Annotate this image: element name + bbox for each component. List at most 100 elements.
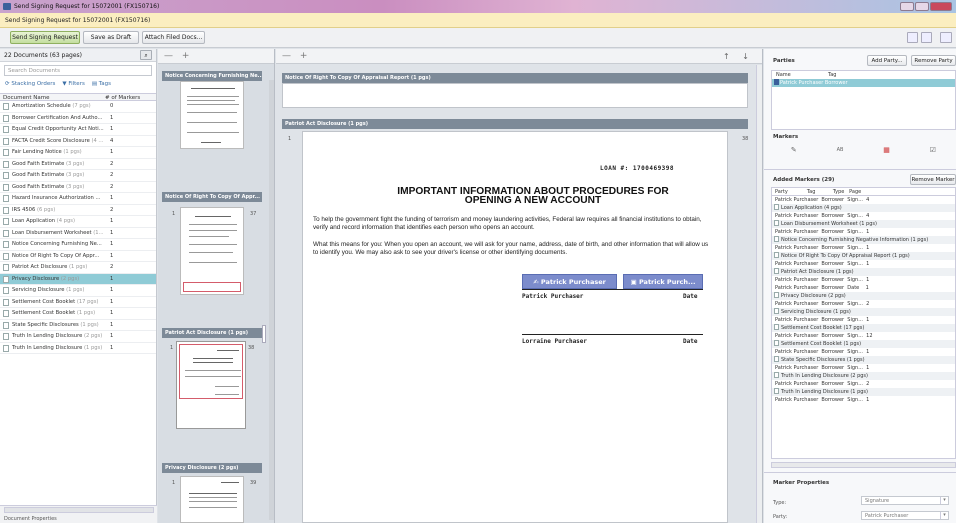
- marker-row[interactable]: Patrick Purchaser Borrower Sign... 1: [772, 364, 955, 372]
- document-row[interactable]: Good Faith Estimate (3 pgs) 2: [0, 182, 156, 193]
- document-row[interactable]: Privacy Disclosure (2 pgs) 1: [0, 273, 156, 285]
- marker-row[interactable]: Patrick Purchaser Borrower Sign... 1: [772, 276, 955, 284]
- document-row[interactable]: Fair Lending Notice (1 pgs) 1: [0, 147, 156, 159]
- marker-group-row[interactable]: Truth In Lending Disclosure (1 pgs): [772, 388, 955, 396]
- viewer-scrollbar[interactable]: [756, 65, 762, 523]
- checkbox-icon[interactable]: ☑: [930, 146, 936, 154]
- remove-party-button[interactable]: Remove Party: [911, 55, 956, 66]
- document-row[interactable]: FACTA Credit Score Disclosure (4 ... 4: [0, 136, 156, 147]
- signature-marker-button[interactable]: ✍ Patrick Purchaser: [522, 274, 617, 289]
- marker-group-row[interactable]: Servicing Disclosure (1 pgs): [772, 308, 955, 316]
- thumbnail-zoom-controls[interactable]: — +: [158, 49, 274, 64]
- marker-group-row[interactable]: Truth In Lending Disclosure (2 pgs): [772, 372, 955, 380]
- attach-filed-docs-button[interactable]: Attach Filed Docs...: [142, 31, 205, 44]
- thumb-page-left: 1: [172, 480, 176, 486]
- stacking-orders-link[interactable]: ⟳ Stacking Orders: [5, 79, 55, 90]
- thumbnail-page[interactable]: [180, 81, 244, 149]
- type-select[interactable]: Signature ▾: [861, 496, 949, 505]
- marker-properties-title: Marker Properties: [773, 480, 830, 486]
- panel-icon[interactable]: [940, 32, 952, 43]
- document-icon: [3, 264, 9, 271]
- document-row[interactable]: Settlement Cost Booklet (17 pgs) 1: [0, 297, 156, 308]
- marker-row[interactable]: Patrick Purchaser Borrower Sign... 4: [772, 212, 955, 220]
- document-row[interactable]: Equal Credit Opportunity Act Noti... 1: [0, 124, 156, 136]
- minimize-button[interactable]: [900, 2, 914, 11]
- document-row[interactable]: Servicing Disclosure (1 pgs) 1: [0, 285, 156, 297]
- maximize-button[interactable]: [915, 2, 929, 11]
- initials-icon[interactable]: AB: [837, 147, 844, 153]
- document-row[interactable]: Loan Disbursement Worksheet (1... 1: [0, 228, 156, 239]
- marker-group-row[interactable]: Settlement Cost Booklet (17 pgs): [772, 324, 955, 332]
- marker-row[interactable]: Patrick Purchaser Borrower Sign... 12: [772, 332, 955, 340]
- add-party-button[interactable]: Add Party...: [867, 55, 907, 66]
- document-row[interactable]: State Specific Disclosures (1 pgs) 1: [0, 320, 156, 331]
- party-row[interactable]: Patrick Purchaser Borrower: [772, 79, 955, 87]
- date-marker-button[interactable]: ▣ Patrick Purch...: [623, 274, 703, 289]
- marker-group-row[interactable]: Patriot Act Disclosure (1 pgs): [772, 268, 955, 276]
- marker-group-row[interactable]: Loan Disbursement Worksheet (1 pgs): [772, 220, 955, 228]
- party-select[interactable]: Patrick Purchaser ▾: [861, 511, 949, 520]
- thumbnail-page[interactable]: [180, 207, 244, 295]
- marker-row[interactable]: Patrick Purchaser Borrower Sign... 1: [772, 260, 955, 268]
- send-signing-request-button[interactable]: Send Signing Request: [10, 31, 80, 44]
- filters-link[interactable]: ▼ Filters: [62, 79, 84, 90]
- col-markers[interactable]: # of Markers: [105, 94, 140, 101]
- marker-row[interactable]: Patrick Purchaser Borrower Sign... 1: [772, 396, 955, 404]
- marker-group-row[interactable]: State Specific Disclosures (1 pgs): [772, 356, 955, 364]
- document-row[interactable]: IRS 4506 (6 pgs) 2: [0, 205, 156, 216]
- document-viewer: — + ↑ ↓ Notice Of Right To Copy Of Appra…: [276, 49, 763, 523]
- marker-group-row[interactable]: Notice Concerning Furnishing Negative In…: [772, 236, 955, 244]
- marker-row[interactable]: Patrick Purchaser Borrower Sign... 1: [772, 228, 955, 236]
- document-page: LOAN #: 1700469398 IMPORTANT INFORMATION…: [302, 131, 728, 523]
- document-icon: [774, 324, 779, 330]
- document-row[interactable]: Notice Of Right To Copy Of Appr... 1: [0, 251, 156, 262]
- document-icon[interactable]: [921, 32, 932, 43]
- document-row[interactable]: Truth In Lending Disclosure (1 pgs) 1: [0, 343, 156, 354]
- marker-row[interactable]: Patrick Purchaser Borrower Sign... 1: [772, 244, 955, 252]
- marker-group-row[interactable]: Settlement Cost Booklet (1 pgs): [772, 340, 955, 348]
- document-row[interactable]: Good Faith Estimate (3 pgs) 2: [0, 170, 156, 182]
- horizontal-scrollbar[interactable]: [4, 507, 154, 513]
- thumbnail-scrollbar[interactable]: [269, 80, 274, 520]
- marker-group-row[interactable]: Notice Of Right To Copy Of Appraisal Rep…: [772, 252, 955, 260]
- document-row[interactable]: Notice Concerning Furnishing Ne... 1: [0, 239, 156, 251]
- marker-row[interactable]: Patrick Purchaser Borrower Date 1: [772, 284, 955, 292]
- marker-row[interactable]: Patrick Purchaser Borrower Sign... 2: [772, 380, 955, 388]
- save-as-draft-button[interactable]: Save as Draft: [83, 31, 139, 44]
- signature-icon[interactable]: ✎: [791, 146, 797, 154]
- added-markers-table: Party Tag Type Page Patrick Purchaser Bo…: [771, 187, 956, 459]
- marker-row[interactable]: Patrick Purchaser Borrower Sign... 1: [772, 316, 955, 324]
- col-document-name[interactable]: Document Name: [0, 94, 105, 101]
- document-icon: [774, 236, 779, 242]
- document-icon: [774, 252, 779, 258]
- marker-row[interactable]: Patrick Purchaser Borrower Sign... 2: [772, 300, 955, 308]
- thumbnail-page[interactable]: [180, 476, 244, 523]
- remove-marker-button[interactable]: Remove Marker: [910, 174, 956, 185]
- search-toggle-icon[interactable]: ⌕: [140, 50, 152, 60]
- marker-group-row[interactable]: Privacy Disclosure (2 pgs): [772, 292, 955, 300]
- tags-link[interactable]: ▤ Tags: [92, 79, 111, 90]
- documents-header: 22 Documents (63 pages) ⌕: [0, 49, 156, 62]
- document-row[interactable]: Settlement Cost Booklet (1 pgs) 1: [0, 308, 156, 320]
- layout-icon[interactable]: [907, 32, 918, 43]
- marker-row[interactable]: Patrick Purchaser Borrower Sign... 4: [772, 196, 955, 204]
- page-nav-arrows[interactable]: ↑ ↓: [723, 49, 754, 64]
- thumb-section-handle[interactable]: [262, 325, 266, 343]
- marker-group-row[interactable]: Loan Application (4 pgs): [772, 204, 955, 212]
- document-row[interactable]: Truth In Lending Disclosure (2 pgs) 1: [0, 331, 156, 343]
- document-row[interactable]: Loan Application (4 pgs) 1: [0, 216, 156, 228]
- thumbnail-page-selected[interactable]: [176, 341, 246, 429]
- marker-row[interactable]: Patrick Purchaser Borrower Sign... 1: [772, 348, 955, 356]
- page-number-left: 1: [288, 136, 292, 142]
- document-page-previous: [282, 83, 748, 108]
- close-button[interactable]: [930, 2, 952, 11]
- markers-scrollbar[interactable]: [771, 462, 956, 468]
- viewer-zoom-controls[interactable]: — +: [282, 51, 310, 61]
- date-icon[interactable]: ▦: [883, 146, 890, 154]
- document-row[interactable]: Patriot Act Disclosure (1 pgs) 2: [0, 262, 156, 274]
- document-row[interactable]: Hazard Insurance Authorization ... 1: [0, 193, 156, 205]
- document-row[interactable]: Amortization Schedule (7 pgs) 0: [0, 101, 156, 113]
- search-documents-input[interactable]: Search Documents: [4, 65, 152, 76]
- document-row[interactable]: Borrower Certification And Autho... 1: [0, 113, 156, 124]
- document-row[interactable]: Good Faith Estimate (3 pgs) 2: [0, 159, 156, 170]
